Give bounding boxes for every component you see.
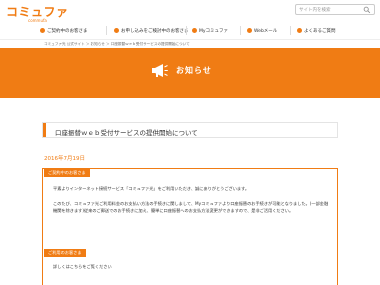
nav-item-label: ご契約中のお客さま — [47, 28, 88, 34]
title-accent-bar — [43, 123, 46, 137]
search-input[interactable] — [299, 7, 361, 13]
breadcrumb-bar: コミュファ光 公式サイト ＞ お知らせ ＞ 口座振替ｗｅｂ受付サービスの提供開始… — [0, 39, 380, 48]
article-paragraph: 平素よりインターネット接続サービス「コミュファ光」をご利用いただき、誠にありがと… — [53, 186, 250, 191]
article-title-box: 口座振替ｗｅｂ受付サービスの提供開始について — [42, 122, 338, 138]
nav-divider — [186, 26, 187, 35]
nav-item-prospective-customers[interactable]: お申し込みをご検討中のお客さま — [114, 26, 189, 35]
nav-item-label: よくあるご質問 — [304, 28, 336, 34]
main-content: 口座振替ｗｅｂ受付サービスの提供開始について 2016年7月19日 ご契約中のお… — [0, 98, 380, 285]
hero-inner: お知らせ — [152, 64, 212, 77]
article-date: 2016年7月19日 — [44, 156, 85, 162]
article-paragraph: このたび、コミュファ光ご利用料金のお支払い方法の手続きに関しまして、Myコミュフ… — [53, 201, 329, 213]
breadcrumb[interactable]: コミュファ光 公式サイト ＞ お知らせ ＞ 口座振替ｗｅｂ受付サービスの提供開始… — [44, 42, 190, 47]
nav-divider — [240, 26, 241, 35]
nav-item-label: Webメール — [254, 28, 278, 34]
nav-bullet-icon — [192, 28, 197, 33]
nav-divider — [106, 26, 107, 35]
article-title: 口座振替ｗｅｂ受付サービスの提供開始について — [55, 129, 198, 137]
nav-item-faq[interactable]: よくあるご質問 — [297, 26, 336, 35]
nav-bullet-icon — [114, 28, 119, 33]
nav-item-label: Myコミュファ — [199, 28, 229, 34]
nav-bullet-icon — [247, 28, 252, 33]
nav-bullet-icon — [40, 28, 45, 33]
search-box — [295, 4, 375, 15]
nav-bullet-icon — [297, 28, 302, 33]
category-badge: ご契約中のお客さま — [44, 169, 90, 177]
nav-item-webmail[interactable]: Webメール — [247, 26, 277, 35]
global-nav: ご契約中のお客さま お申し込みをご検討中のお客さま Myコミュファ Webメール… — [0, 23, 380, 37]
nav-divider — [290, 26, 291, 35]
page-title: お知らせ — [176, 66, 212, 75]
hero-banner: お知らせ — [0, 48, 380, 98]
article-body: ご契約中のお客さま 平素よりインターネット接続サービス「コミュファ光」をご利用い… — [42, 168, 338, 285]
category-badge: ご利用のお客さま — [44, 249, 86, 257]
search-icon[interactable] — [363, 6, 371, 14]
details-link-text[interactable]: 詳しくはこちらをご覧ください — [53, 263, 331, 270]
megaphone-icon — [152, 64, 168, 77]
commufa-logo[interactable]: コミュファ commufa — [6, 3, 69, 23]
nav-item-current-customers[interactable]: ご契約中のお客さま — [40, 26, 88, 35]
nav-item-label: お申し込みをご検討中のお客さま — [121, 28, 189, 34]
nav-item-my-commufa[interactable]: Myコミュファ — [192, 26, 228, 35]
